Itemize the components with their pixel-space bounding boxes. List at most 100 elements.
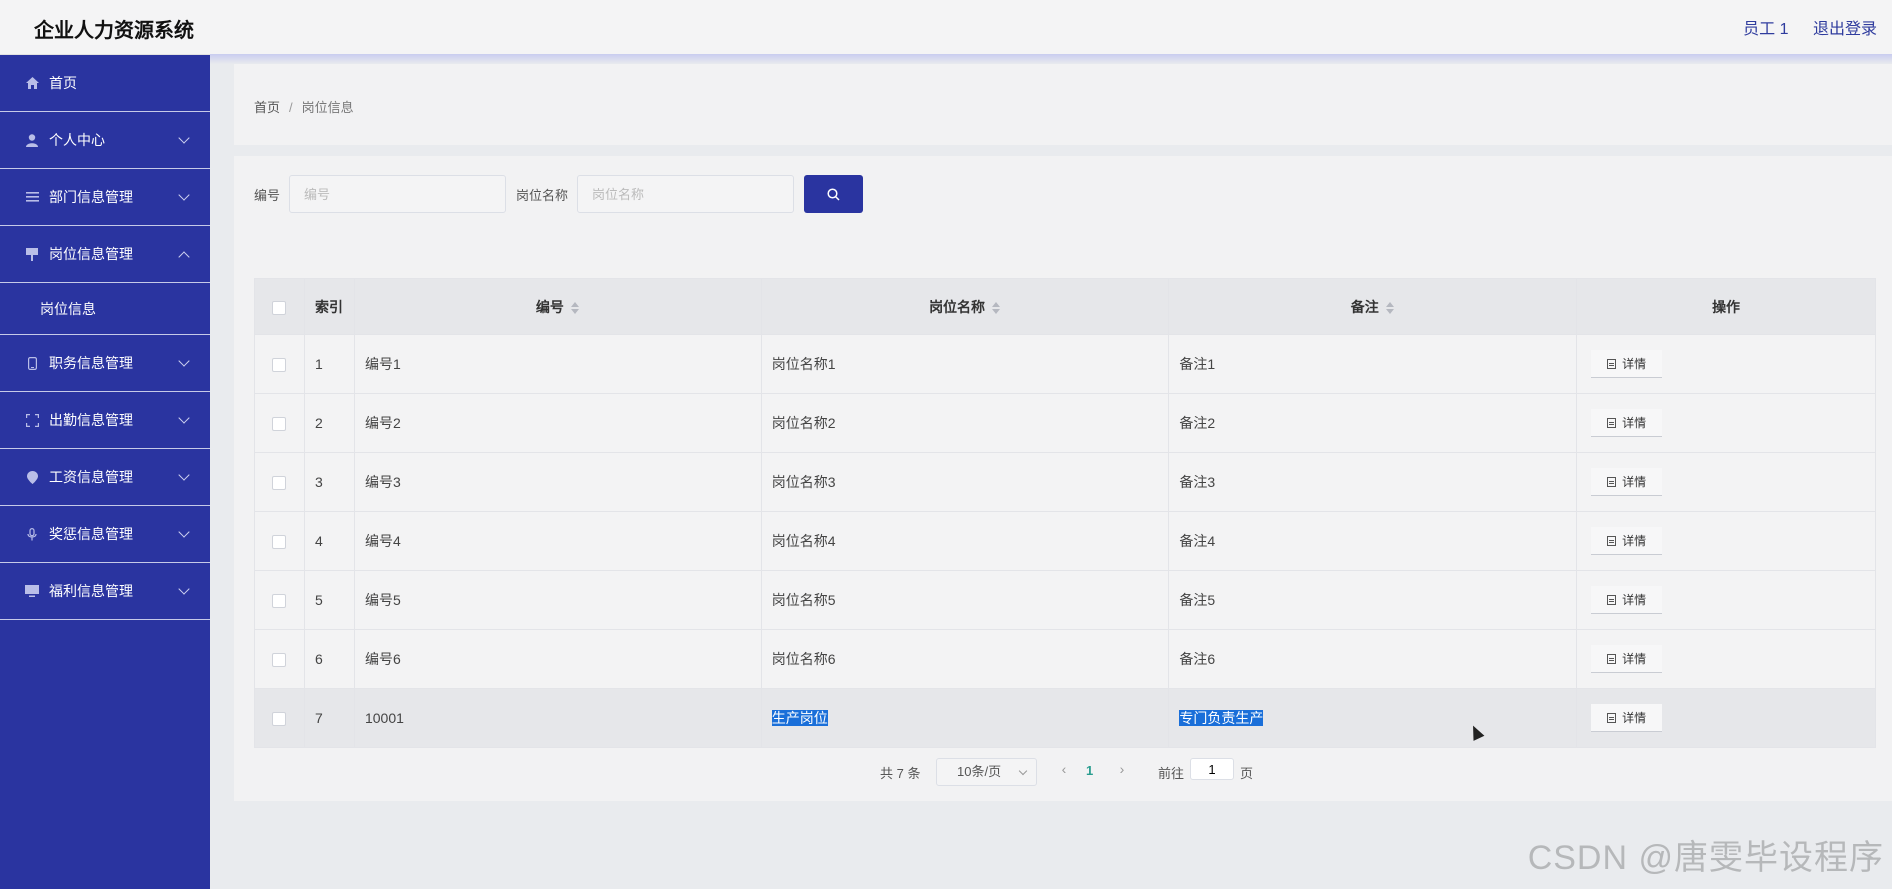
- cell-name: 岗位名称2: [760, 393, 1170, 453]
- position-name-input[interactable]: [577, 175, 795, 213]
- cell-code: 编号4: [353, 511, 762, 571]
- detail-button[interactable]: 详情: [1591, 527, 1663, 555]
- search-button[interactable]: [804, 175, 864, 213]
- breadcrumb: 首页 / 岗位信息: [254, 97, 354, 116]
- sidebar-subitem-position-info[interactable]: 岗位信息: [0, 283, 210, 335]
- code-label: 编号: [254, 187, 281, 203]
- sidebar-item-label: 工资信息管理: [49, 469, 133, 485]
- cell-code: 编号5: [353, 570, 762, 630]
- select-all-cell: [254, 278, 305, 335]
- detail-button[interactable]: 详情: [1591, 704, 1663, 732]
- sidebar-item-label: 岗位信息管理: [49, 246, 133, 262]
- row-checkbox[interactable]: [272, 712, 287, 727]
- detail-button[interactable]: 详情: [1591, 409, 1663, 437]
- post-icon: [24, 246, 40, 262]
- microphone-icon: [24, 526, 40, 542]
- header-name-label: 岗位名称: [929, 298, 986, 315]
- sidebar-item-reward[interactable]: 奖惩信息管理: [0, 506, 210, 563]
- detail-button[interactable]: 详情: [1591, 586, 1663, 614]
- sort-icon[interactable]: [991, 301, 1001, 314]
- chevron-down-icon: [178, 189, 190, 201]
- sidebar-item-position[interactable]: 岗位信息管理: [0, 226, 210, 283]
- detail-button[interactable]: 详情: [1591, 350, 1663, 378]
- sidebar: 首页 个人中心 部门信息管理 岗位信息管理 岗位信息 职务信息管理 出勤信息管理…: [0, 55, 210, 889]
- row-checkbox[interactable]: [272, 535, 287, 550]
- next-page-button[interactable]: ›: [1114, 761, 1130, 779]
- breadcrumb-home[interactable]: 首页: [254, 100, 280, 115]
- header-code[interactable]: 编号: [353, 278, 762, 335]
- row-checkbox[interactable]: [272, 594, 287, 609]
- chevron-down-icon: [178, 526, 190, 538]
- sidebar-item-personal[interactable]: 个人中心: [0, 112, 210, 169]
- table-row: 5 编号5 岗位名称5 备注5 详情: [254, 570, 1876, 630]
- cell-index: 1: [303, 334, 355, 394]
- selected-text: 生产岗位: [771, 710, 828, 726]
- header-code-label: 编号: [535, 298, 564, 315]
- row-select-cell: [254, 629, 305, 689]
- prev-page-button[interactable]: ‹: [1056, 761, 1072, 779]
- user-link[interactable]: 员工 1: [1743, 21, 1788, 38]
- cell-code: 编号1: [353, 334, 762, 394]
- sidebar-item-label: 出勤信息管理: [49, 412, 133, 428]
- cell-note: 备注3: [1168, 452, 1578, 512]
- page-number[interactable]: 1: [1086, 763, 1093, 778]
- select-all-checkbox[interactable]: [272, 300, 287, 315]
- goto-suffix: 页: [1240, 766, 1254, 781]
- cell-note: 备注2: [1168, 393, 1578, 453]
- row-checkbox[interactable]: [272, 358, 287, 373]
- cell-note: 备注5: [1168, 570, 1578, 630]
- sidebar-item-salary[interactable]: 工资信息管理: [0, 449, 210, 506]
- detail-button-label: 详情: [1622, 416, 1647, 430]
- sort-icon[interactable]: [1385, 301, 1395, 314]
- cell-action: 详情: [1576, 334, 1876, 394]
- sidebar-item-attendance[interactable]: 出勤信息管理: [0, 392, 210, 449]
- detail-button[interactable]: 详情: [1591, 468, 1663, 496]
- selected-text: 专门负责生产: [1179, 710, 1264, 726]
- monitor-icon: [24, 583, 40, 599]
- logout-link[interactable]: 退出登录: [1813, 21, 1877, 38]
- cell-code: 编号6: [353, 629, 762, 689]
- header-note-label: 备注: [1350, 298, 1379, 315]
- header-action: 操作: [1576, 278, 1876, 335]
- header-name[interactable]: 岗位名称: [760, 278, 1170, 335]
- sidebar-item-duty[interactable]: 职务信息管理: [0, 335, 210, 392]
- detail-button-label: 详情: [1622, 475, 1647, 489]
- goto-label: 前往: [1158, 766, 1185, 781]
- cell-name: 岗位名称6: [760, 629, 1170, 689]
- sidebar-item-department[interactable]: 部门信息管理: [0, 169, 210, 226]
- header-note[interactable]: 备注: [1168, 278, 1578, 335]
- row-checkbox[interactable]: [272, 653, 287, 668]
- sidebar-item-home[interactable]: 首页: [0, 55, 210, 112]
- frame-icon: [24, 412, 40, 428]
- phone-icon: [24, 355, 40, 371]
- sort-icon[interactable]: [570, 301, 580, 314]
- chevron-up-icon: [178, 251, 190, 263]
- row-checkbox[interactable]: [272, 476, 287, 491]
- cell-index: 6: [303, 629, 355, 689]
- top-links: 员工 1 退出登录: [1723, 15, 1877, 39]
- cell-name: 岗位名称1: [760, 334, 1170, 394]
- header-action-label: 操作: [1712, 298, 1741, 315]
- cell-action: 详情: [1576, 393, 1876, 453]
- detail-button[interactable]: 详情: [1591, 645, 1663, 673]
- table-row: 2 编号2 岗位名称2 备注2 详情: [254, 393, 1876, 453]
- cell-index: 3: [303, 452, 355, 512]
- sidebar-item-label: 个人中心: [49, 132, 105, 148]
- sidebar-item-welfare[interactable]: 福利信息管理: [0, 563, 210, 620]
- cell-action: 详情: [1576, 629, 1876, 689]
- code-input[interactable]: [289, 175, 507, 213]
- cell-name: 岗位名称5: [760, 570, 1170, 630]
- page-size-select[interactable]: 10条/页: [936, 758, 1037, 786]
- row-select-cell: [254, 570, 305, 630]
- document-icon: [1607, 417, 1617, 428]
- location-icon: [24, 469, 40, 485]
- row-select-cell: [254, 334, 305, 394]
- cell-action: 详情: [1576, 511, 1876, 571]
- main-panel: 编号 岗位名称 索引 编号 岗位名称 备注 操作 1 编号1 岗位名称1: [234, 156, 1892, 801]
- home-icon: [24, 75, 40, 91]
- goto-page-input[interactable]: [1190, 758, 1234, 780]
- row-checkbox[interactable]: [272, 417, 287, 432]
- detail-button-label: 详情: [1622, 652, 1647, 666]
- document-icon: [1607, 712, 1617, 723]
- table-header-row: 索引 编号 岗位名称 备注 操作: [254, 278, 1876, 335]
